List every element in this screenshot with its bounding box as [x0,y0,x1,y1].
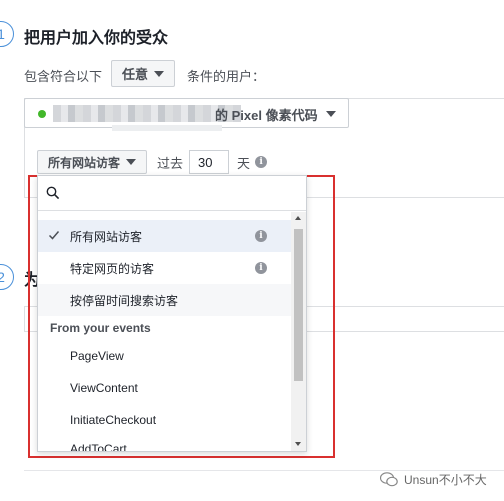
caret-down-icon [326,111,336,117]
info-icon[interactable]: i [255,262,267,274]
visitor-type-select[interactable]: 所有网站访客 [37,150,148,174]
search-icon [46,186,60,200]
section-title-add-users: 把用户加入你的受众 [24,30,169,47]
watermark: Unsun不小不大 [380,471,487,488]
info-icon[interactable]: i [255,230,267,242]
scroll-up-icon[interactable] [295,216,301,220]
past-label: 过去 [157,155,184,171]
visitor-filter-row: 所有网站访客 过去 30 天 i [37,150,268,174]
visitor-type-value: 所有网站访客 [48,155,121,170]
pixel-select[interactable]: 的 Pixel 像素代码 [24,98,349,128]
watermark-text: Unsun不小不大 [404,473,487,487]
dropdown-search[interactable] [38,176,306,211]
event-view-content[interactable]: ViewContent [38,372,291,404]
days-unit-label: 天 [237,155,251,171]
option-label: 按停留时间搜索访客 [70,293,179,308]
pixel-status-dot [38,110,46,118]
info-icon[interactable]: i [255,156,268,168]
option-all-visitors[interactable]: 所有网站访客 i [38,220,291,252]
wechat-icon [380,472,398,487]
step-number-1: 1 [0,21,14,47]
step-number-2: 2 [0,264,14,290]
redacted-smudge [112,125,222,131]
event-add-to-cart[interactable]: AddToCart [38,436,291,451]
scroll-thumb[interactable] [294,229,303,381]
scroll-down-icon[interactable] [295,442,301,446]
option-label: 特定网页的访客 [70,261,155,276]
option-time-spent[interactable]: 按停留时间搜索访客 [38,284,291,316]
event-initiate-checkout[interactable]: InitiateCheckout [38,404,291,436]
condition-label: 条件的用户： [187,69,266,84]
pixel-name: 的 Pixel 像素代码 [215,108,318,123]
match-type-select[interactable]: 任意 [111,60,176,87]
caret-down-icon [154,70,165,77]
check-icon [48,231,60,240]
caret-down-icon [126,159,137,165]
option-specific-pages[interactable]: 特定网页的访客 i [38,252,291,284]
dropdown-scrollbar[interactable] [291,212,306,451]
events-header: From your events [50,321,151,335]
event-page-view[interactable]: PageView [38,340,291,372]
days-input[interactable]: 30 [189,150,230,174]
dropdown-list: 所有网站访客 i 特定网页的访客 i 按停留时间搜索访客 From your e… [38,220,291,451]
match-type-value: 任意 [122,67,149,82]
option-label: 所有网站访客 [70,229,143,244]
include-label: 包含符合以下 [24,69,103,84]
pixel-name-redacted [53,105,241,122]
visitor-type-dropdown: 所有网站访客 i 特定网页的访客 i 按停留时间搜索访客 From your e… [37,175,307,452]
